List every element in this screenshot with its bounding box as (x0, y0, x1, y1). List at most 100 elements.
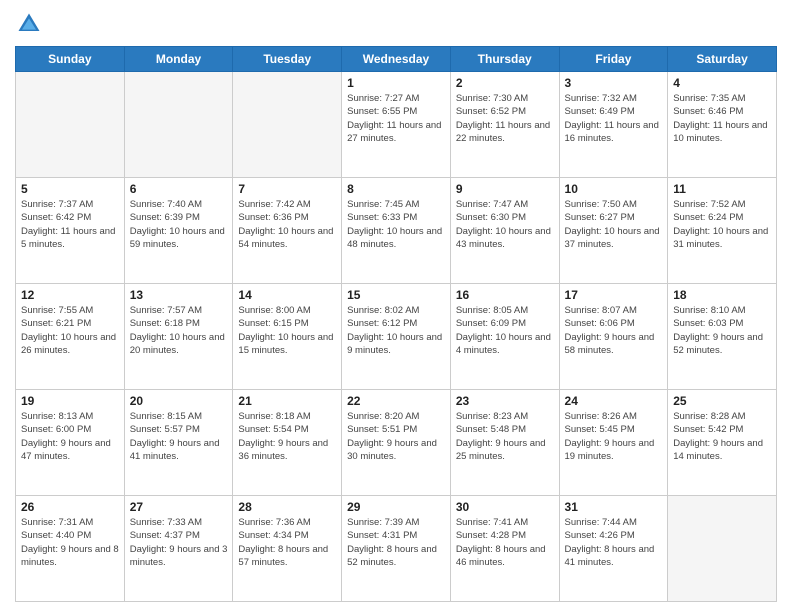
day-info: Sunrise: 7:40 AMSunset: 6:39 PMDaylight:… (130, 198, 228, 251)
day-info: Sunrise: 7:27 AMSunset: 6:55 PMDaylight:… (347, 92, 445, 145)
day-cell: 26 Sunrise: 7:31 AMSunset: 4:40 PMDayligh… (16, 496, 125, 602)
day-cell: 24 Sunrise: 8:26 AMSunset: 5:45 PMDayligh… (559, 390, 668, 496)
day-cell: 6 Sunrise: 7:40 AMSunset: 6:39 PMDaylight… (124, 178, 233, 284)
day-info: Sunrise: 7:31 AMSunset: 4:40 PMDaylight:… (21, 516, 119, 569)
day-number: 3 (565, 76, 663, 90)
day-info: Sunrise: 7:39 AMSunset: 4:31 PMDaylight:… (347, 516, 445, 569)
day-number: 15 (347, 288, 445, 302)
day-cell: 9 Sunrise: 7:47 AMSunset: 6:30 PMDaylight… (450, 178, 559, 284)
day-number: 29 (347, 500, 445, 514)
day-number: 1 (347, 76, 445, 90)
day-cell: 21 Sunrise: 8:18 AMSunset: 5:54 PMDayligh… (233, 390, 342, 496)
day-number: 2 (456, 76, 554, 90)
header (15, 10, 777, 38)
day-number: 13 (130, 288, 228, 302)
day-number: 27 (130, 500, 228, 514)
day-cell: 3 Sunrise: 7:32 AMSunset: 6:49 PMDaylight… (559, 72, 668, 178)
day-info: Sunrise: 8:00 AMSunset: 6:15 PMDaylight:… (238, 304, 336, 357)
weekday-thursday: Thursday (450, 47, 559, 72)
day-info: Sunrise: 7:57 AMSunset: 6:18 PMDaylight:… (130, 304, 228, 357)
day-info: Sunrise: 8:05 AMSunset: 6:09 PMDaylight:… (456, 304, 554, 357)
day-cell (233, 72, 342, 178)
day-info: Sunrise: 7:33 AMSunset: 4:37 PMDaylight:… (130, 516, 228, 569)
page: SundayMondayTuesdayWednesdayThursdayFrid… (0, 0, 792, 612)
day-info: Sunrise: 7:55 AMSunset: 6:21 PMDaylight:… (21, 304, 119, 357)
day-number: 7 (238, 182, 336, 196)
day-cell (124, 72, 233, 178)
day-number: 6 (130, 182, 228, 196)
day-info: Sunrise: 7:36 AMSunset: 4:34 PMDaylight:… (238, 516, 336, 569)
day-number: 20 (130, 394, 228, 408)
day-number: 17 (565, 288, 663, 302)
day-info: Sunrise: 7:42 AMSunset: 6:36 PMDaylight:… (238, 198, 336, 251)
weekday-header-row: SundayMondayTuesdayWednesdayThursdayFrid… (16, 47, 777, 72)
day-cell: 22 Sunrise: 8:20 AMSunset: 5:51 PMDayligh… (342, 390, 451, 496)
day-number: 9 (456, 182, 554, 196)
day-cell: 5Sunrise: 7:37 AMSunset: 6:42 PMDaylight… (16, 178, 125, 284)
day-info: Sunrise: 8:20 AMSunset: 5:51 PMDaylight:… (347, 410, 445, 463)
day-number: 26 (21, 500, 119, 514)
day-number: 24 (565, 394, 663, 408)
logo-icon (15, 10, 43, 38)
day-cell (16, 72, 125, 178)
day-number: 31 (565, 500, 663, 514)
day-cell: 13 Sunrise: 7:57 AMSunset: 6:18 PMDayligh… (124, 284, 233, 390)
day-info: Sunrise: 8:13 AMSunset: 6:00 PMDaylight:… (21, 410, 119, 463)
day-cell: 4Sunrise: 7:35 AMSunset: 6:46 PMDaylight… (668, 72, 777, 178)
day-cell: 2 Sunrise: 7:30 AMSunset: 6:52 PMDaylight… (450, 72, 559, 178)
day-number: 23 (456, 394, 554, 408)
day-info: Sunrise: 7:52 AMSunset: 6:24 PMDaylight:… (673, 198, 771, 251)
day-cell: 29 Sunrise: 7:39 AMSunset: 4:31 PMDayligh… (342, 496, 451, 602)
weekday-tuesday: Tuesday (233, 47, 342, 72)
week-row-1: 1 Sunrise: 7:27 AMSunset: 6:55 PMDaylight… (16, 72, 777, 178)
day-info: Sunrise: 7:50 AMSunset: 6:27 PMDaylight:… (565, 198, 663, 251)
day-info: Sunrise: 7:32 AMSunset: 6:49 PMDaylight:… (565, 92, 663, 145)
day-number: 11 (673, 182, 771, 196)
week-row-2: 5Sunrise: 7:37 AMSunset: 6:42 PMDaylight… (16, 178, 777, 284)
day-cell: 17 Sunrise: 8:07 AMSunset: 6:06 PMDayligh… (559, 284, 668, 390)
day-info: Sunrise: 7:35 AMSunset: 6:46 PMDaylight:… (673, 92, 771, 145)
day-info: Sunrise: 8:15 AMSunset: 5:57 PMDaylight:… (130, 410, 228, 463)
day-number: 19 (21, 394, 119, 408)
day-info: Sunrise: 7:30 AMSunset: 6:52 PMDaylight:… (456, 92, 554, 145)
day-cell: 20 Sunrise: 8:15 AMSunset: 5:57 PMDayligh… (124, 390, 233, 496)
week-row-5: 26 Sunrise: 7:31 AMSunset: 4:40 PMDayligh… (16, 496, 777, 602)
day-cell: 15 Sunrise: 8:02 AMSunset: 6:12 PMDayligh… (342, 284, 451, 390)
day-number: 18 (673, 288, 771, 302)
day-cell: 19 Sunrise: 8:13 AMSunset: 6:00 PMDayligh… (16, 390, 125, 496)
day-number: 12 (21, 288, 119, 302)
day-cell: 31 Sunrise: 7:44 AMSunset: 4:26 PMDayligh… (559, 496, 668, 602)
day-cell: 16 Sunrise: 8:05 AMSunset: 6:09 PMDayligh… (450, 284, 559, 390)
day-info: Sunrise: 8:10 AMSunset: 6:03 PMDaylight:… (673, 304, 771, 357)
day-info: Sunrise: 7:44 AMSunset: 4:26 PMDaylight:… (565, 516, 663, 569)
day-cell: 12 Sunrise: 7:55 AMSunset: 6:21 PMDayligh… (16, 284, 125, 390)
day-number: 25 (673, 394, 771, 408)
day-cell (668, 496, 777, 602)
day-number: 28 (238, 500, 336, 514)
day-number: 10 (565, 182, 663, 196)
day-cell: 8 Sunrise: 7:45 AMSunset: 6:33 PMDaylight… (342, 178, 451, 284)
weekday-sunday: Sunday (16, 47, 125, 72)
day-cell: 14 Sunrise: 8:00 AMSunset: 6:15 PMDayligh… (233, 284, 342, 390)
day-cell: 27 Sunrise: 7:33 AMSunset: 4:37 PMDayligh… (124, 496, 233, 602)
weekday-saturday: Saturday (668, 47, 777, 72)
day-info: Sunrise: 8:26 AMSunset: 5:45 PMDaylight:… (565, 410, 663, 463)
day-number: 8 (347, 182, 445, 196)
day-cell: 7 Sunrise: 7:42 AMSunset: 6:36 PMDaylight… (233, 178, 342, 284)
day-info: Sunrise: 7:45 AMSunset: 6:33 PMDaylight:… (347, 198, 445, 251)
weekday-monday: Monday (124, 47, 233, 72)
day-cell: 30Sunrise: 7:41 AMSunset: 4:28 PMDayligh… (450, 496, 559, 602)
day-number: 30 (456, 500, 554, 514)
day-info: Sunrise: 8:07 AMSunset: 6:06 PMDaylight:… (565, 304, 663, 357)
day-number: 22 (347, 394, 445, 408)
day-info: Sunrise: 8:02 AMSunset: 6:12 PMDaylight:… (347, 304, 445, 357)
day-info: Sunrise: 7:47 AMSunset: 6:30 PMDaylight:… (456, 198, 554, 251)
calendar: SundayMondayTuesdayWednesdayThursdayFrid… (15, 46, 777, 602)
day-number: 14 (238, 288, 336, 302)
day-info: Sunrise: 8:28 AMSunset: 5:42 PMDaylight:… (673, 410, 771, 463)
day-info: Sunrise: 8:23 AMSunset: 5:48 PMDaylight:… (456, 410, 554, 463)
day-number: 21 (238, 394, 336, 408)
day-number: 16 (456, 288, 554, 302)
day-cell: 10 Sunrise: 7:50 AMSunset: 6:27 PMDayligh… (559, 178, 668, 284)
day-info: Sunrise: 8:18 AMSunset: 5:54 PMDaylight:… (238, 410, 336, 463)
